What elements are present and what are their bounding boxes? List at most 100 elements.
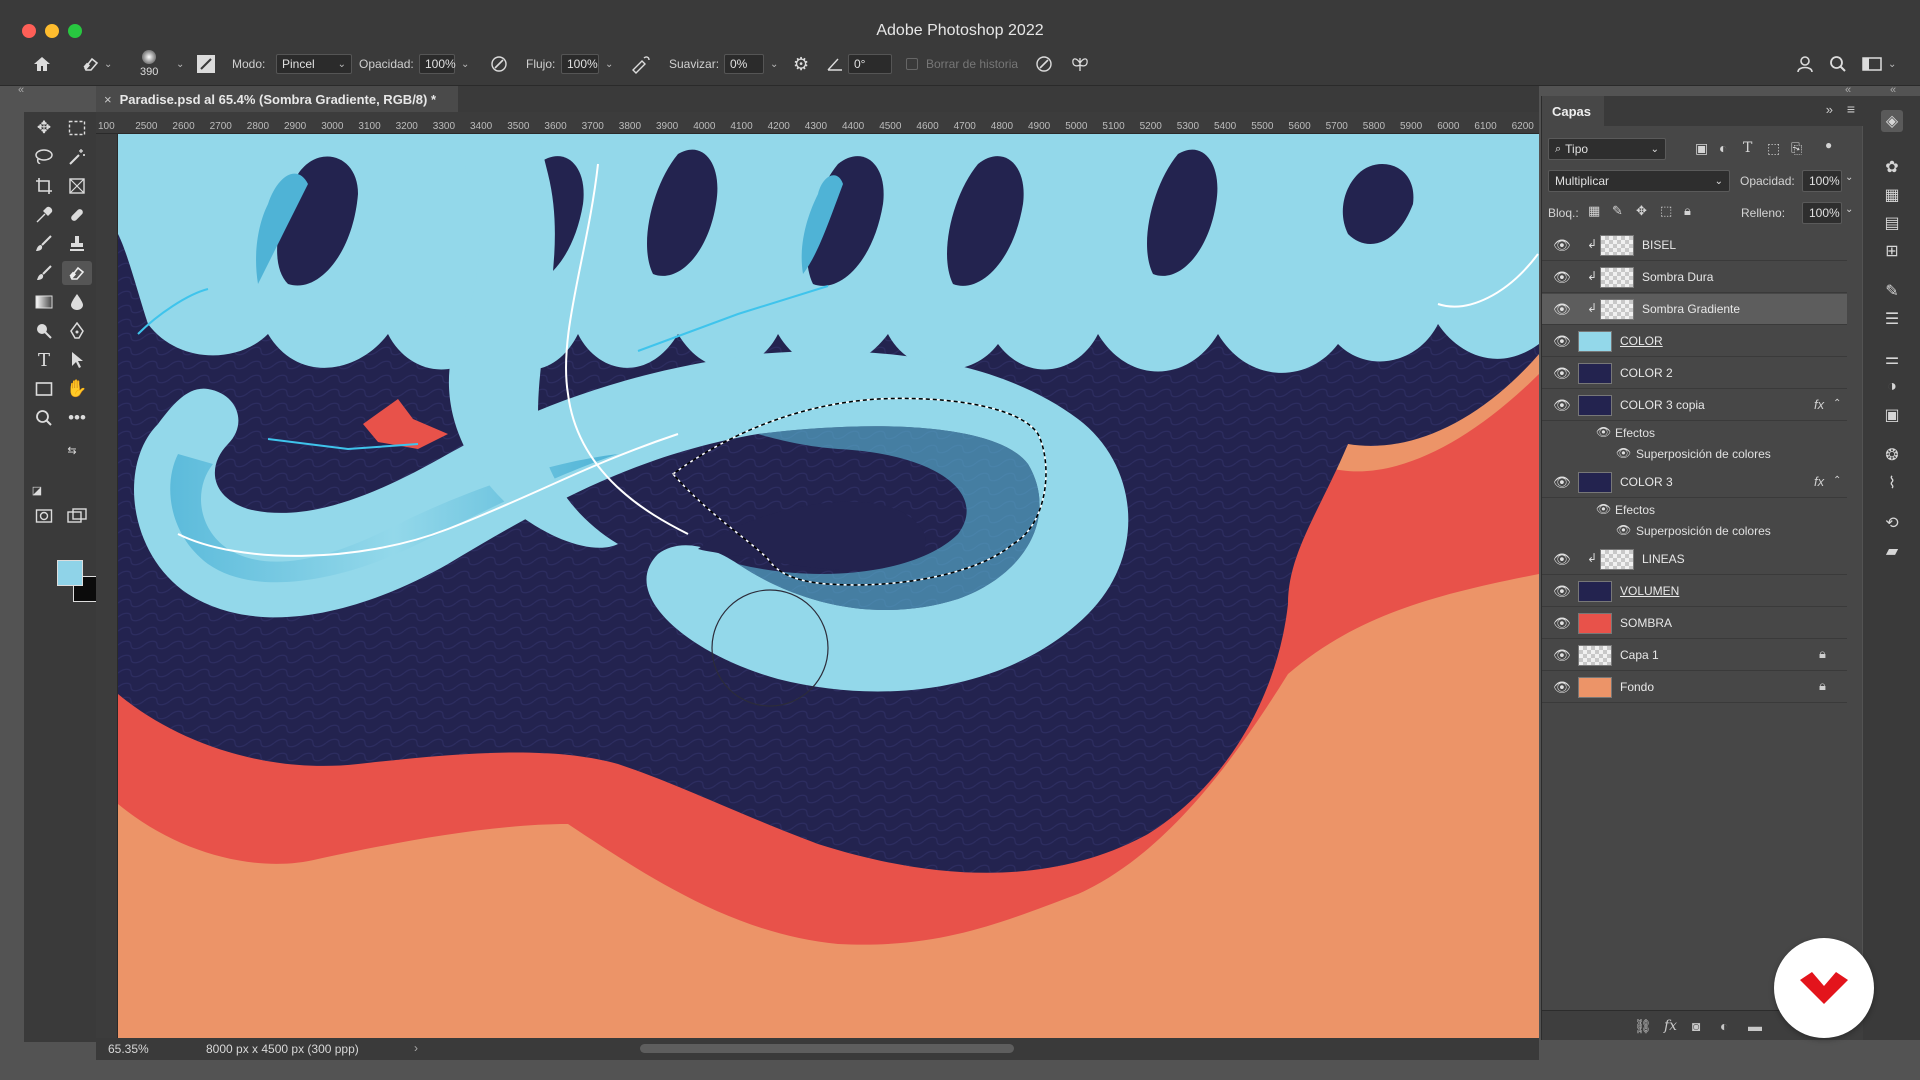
- properties-panel-button[interactable]: ⚌: [1881, 348, 1903, 370]
- layers-panel-tab[interactable]: Capas: [1542, 96, 1604, 126]
- layer-thumbnail[interactable]: [1578, 331, 1612, 352]
- chevron-down-icon[interactable]: ⌄: [461, 59, 469, 70]
- horizontal-scrollbar[interactable]: [640, 1044, 1014, 1053]
- layer-row[interactable]: 👁︎ VOLUMEN: [1542, 576, 1847, 607]
- layer-thumbnail[interactable]: [1600, 549, 1634, 570]
- layer-name[interactable]: COLOR 3: [1620, 475, 1673, 489]
- default-colors-button[interactable]: ◪: [29, 482, 45, 498]
- collapse-toolbar-icon[interactable]: «: [18, 84, 24, 96]
- paths-panel-button[interactable]: ⌇: [1881, 472, 1903, 494]
- visibility-eye-icon[interactable]: 👁︎: [1553, 269, 1571, 286]
- lasso-tool[interactable]: [29, 145, 59, 169]
- libraries-panel-button[interactable]: ▣: [1881, 404, 1903, 426]
- layer-name[interactable]: Fondo: [1620, 680, 1654, 694]
- quick-mask-button[interactable]: [29, 504, 59, 528]
- document-canvas[interactable]: [118, 134, 1539, 1038]
- layer-style-fx-icon[interactable]: fx: [1664, 1018, 1677, 1034]
- lock-all-icon[interactable]: 🔒︎: [1684, 203, 1691, 219]
- layer-name[interactable]: VOLUMEN: [1620, 584, 1679, 598]
- layer-thumbnail[interactable]: [1578, 395, 1612, 416]
- healing-brush-tool[interactable]: [62, 203, 92, 227]
- dodge-tool[interactable]: [29, 319, 59, 343]
- layer-row[interactable]: 👁︎ SOMBRA: [1542, 608, 1847, 639]
- share-button[interactable]: [1796, 42, 1816, 86]
- airbrush-toggle[interactable]: [630, 42, 652, 86]
- pressure-size-toggle[interactable]: [1034, 42, 1054, 86]
- opacity-input[interactable]: 100%: [419, 54, 456, 74]
- layer-name[interactable]: Capa 1: [1620, 648, 1659, 662]
- collapse-dock-icon[interactable]: «: [1890, 84, 1896, 96]
- mode-select[interactable]: Pincel ⌄: [276, 54, 352, 74]
- layer-name[interactable]: Sombra Dura: [1642, 270, 1713, 284]
- flow-input[interactable]: 100%: [561, 54, 599, 74]
- document-tab[interactable]: × Paradise.psd al 65.4% (Sombra Gradient…: [96, 86, 458, 112]
- layer-row[interactable]: 👁︎ ↲ Sombra Dura: [1542, 262, 1847, 293]
- comments-panel-button[interactable]: ▰: [1881, 540, 1903, 562]
- layer-row[interactable]: 👁︎ COLOR 3 copia fx ⌃: [1542, 390, 1847, 421]
- filter-type-icon[interactable]: T: [1743, 140, 1752, 156]
- channels-panel-button[interactable]: ❂: [1881, 444, 1903, 466]
- expand-panel-icon[interactable]: »: [1826, 102, 1833, 117]
- layer-row[interactable]: 👁︎ Fondo 🔒︎: [1542, 672, 1847, 703]
- new-adjustment-layer-icon[interactable]: ◐: [1720, 1018, 1728, 1034]
- magic-wand-tool[interactable]: [62, 145, 92, 169]
- clone-stamp-tool[interactable]: [62, 232, 92, 256]
- chevron-down-icon[interactable]: ⌄: [1845, 204, 1853, 215]
- brush-tool[interactable]: [29, 232, 59, 256]
- filter-smart-object-icon[interactable]: ⎘: [1791, 140, 1802, 157]
- patterns-panel-button[interactable]: ⊞: [1881, 240, 1903, 262]
- filter-pixel-icon[interactable]: ▣: [1695, 140, 1708, 157]
- chevron-down-icon[interactable]: ⌄: [1845, 172, 1853, 183]
- rectangle-tool[interactable]: [29, 377, 59, 401]
- layer-row[interactable]: 👁︎ ↲ Sombra Gradiente: [1542, 294, 1847, 325]
- vertical-ruler[interactable]: [96, 134, 118, 1038]
- adjustments-panel-button[interactable]: ◑: [1881, 376, 1903, 398]
- lock-artboard-icon[interactable]: ⬚: [1660, 203, 1672, 219]
- chevron-down-icon[interactable]: ⌄: [605, 59, 613, 70]
- layer-row[interactable]: 👁︎ COLOR 2: [1542, 358, 1847, 389]
- color-panel-button[interactable]: ✿: [1881, 156, 1903, 178]
- gradients-panel-button[interactable]: ▤: [1881, 212, 1903, 234]
- brush-size-picker[interactable]: 390: [140, 42, 158, 86]
- lock-position-icon[interactable]: ✥: [1636, 203, 1647, 219]
- layers-panel-dock-button[interactable]: ◈: [1881, 110, 1903, 132]
- erase-history-checkbox[interactable]: [906, 58, 918, 70]
- layer-opacity-input[interactable]: 100%: [1802, 170, 1842, 192]
- more-tools-button[interactable]: •••: [62, 406, 92, 430]
- visibility-eye-icon[interactable]: 👁︎: [1553, 474, 1571, 491]
- history-brush-tool[interactable]: [29, 261, 59, 285]
- lock-transparency-icon[interactable]: ▦: [1588, 203, 1600, 219]
- layer-name[interactable]: COLOR 3 copia: [1620, 398, 1705, 412]
- workspace-switcher[interactable]: ⌄: [1862, 42, 1896, 86]
- layer-thumbnail[interactable]: [1578, 677, 1612, 698]
- brush-settings-panel-button[interactable]: ☰: [1881, 308, 1903, 330]
- horizontal-ruler[interactable]: 100 2500 2600 2700 2800 2900 3000 3100 3200 3300 3…: [96, 112, 1539, 134]
- swap-colors-button[interactable]: ⇆: [64, 442, 80, 458]
- layer-row[interactable]: 👁︎ ↲ LINEAS: [1542, 544, 1847, 575]
- visibility-eye-icon[interactable]: 👁︎: [1553, 397, 1571, 414]
- search-button[interactable]: [1829, 42, 1847, 86]
- layer-thumbnail[interactable]: [1578, 581, 1612, 602]
- effects-group-row[interactable]: 👁︎ Efectos: [1542, 499, 1847, 520]
- layer-name[interactable]: BISEL: [1642, 238, 1676, 252]
- layer-row[interactable]: 👁︎ Capa 1 🔒︎: [1542, 640, 1847, 671]
- blur-tool[interactable]: [62, 290, 92, 314]
- visibility-eye-icon[interactable]: 👁︎: [1553, 551, 1571, 568]
- link-layers-icon[interactable]: ⛓: [1634, 1018, 1652, 1035]
- layer-thumbnail[interactable]: [1600, 235, 1634, 256]
- screen-mode-button[interactable]: [62, 504, 92, 528]
- layer-name[interactable]: Sombra Gradiente: [1642, 302, 1740, 316]
- effect-row[interactable]: 👁︎ Superposición de colores: [1542, 520, 1847, 541]
- layer-thumbnail[interactable]: [1578, 472, 1612, 493]
- frame-tool[interactable]: [62, 174, 92, 198]
- visibility-eye-icon[interactable]: 👁︎: [1553, 679, 1571, 696]
- layer-row[interactable]: 👁︎ ↲ BISEL: [1542, 230, 1847, 261]
- zoom-tool[interactable]: [29, 406, 59, 430]
- layer-name[interactable]: COLOR 2: [1620, 366, 1673, 380]
- swatches-panel-button[interactable]: ▦: [1881, 184, 1903, 206]
- effects-group-row[interactable]: 👁︎ Efectos: [1542, 422, 1847, 443]
- zoom-level[interactable]: 65.35%: [108, 1042, 149, 1056]
- visibility-eye-icon[interactable]: 👁︎: [1553, 365, 1571, 382]
- chevron-down-icon[interactable]: ⌄: [176, 59, 184, 70]
- pen-tool[interactable]: [62, 319, 92, 343]
